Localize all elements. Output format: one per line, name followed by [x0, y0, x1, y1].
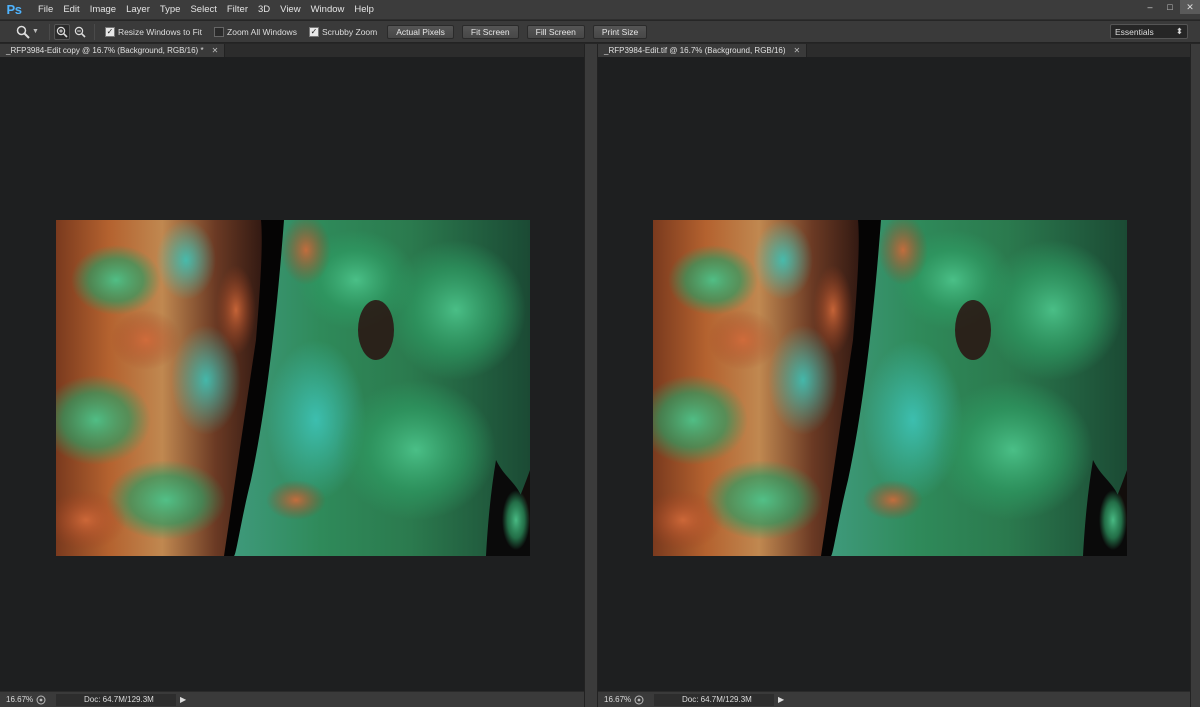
window-controls: – □ ✕	[1140, 0, 1200, 14]
zoom-out-icon	[74, 26, 86, 38]
menu-bar: Ps File Edit Image Layer Type Select Fil…	[0, 0, 1200, 20]
scrubby-zoom-checkbox[interactable]: ✓	[308, 26, 319, 37]
tab-bar: _RFP3984-Edit copy @ 16.7% (Background, …	[0, 44, 584, 57]
menu-select[interactable]: Select	[185, 4, 221, 15]
photoshop-window: Ps File Edit Image Layer Type Select Fil…	[0, 0, 1200, 707]
document-tab-left[interactable]: _RFP3984-Edit copy @ 16.7% (Background, …	[0, 44, 226, 57]
ps-logo: Ps	[6, 2, 22, 17]
menu-view[interactable]: View	[275, 4, 305, 15]
restore-button[interactable]: □	[1160, 0, 1180, 14]
scrubby-zoom-label: Scrubby Zoom	[321, 26, 378, 37]
resize-windows-option[interactable]: ✓ Resize Windows to Fit	[104, 26, 203, 37]
zoom-out-button[interactable]	[72, 24, 88, 40]
divider	[48, 23, 50, 40]
resize-windows-checkbox[interactable]: ✓	[104, 26, 115, 37]
menu-edit[interactable]: Edit	[58, 4, 84, 15]
status-bar: 16.67% Doc: 64.7M/129.3M ▶	[598, 691, 1190, 707]
status-info-icon[interactable]	[36, 695, 46, 705]
menu-type[interactable]: Type	[155, 4, 186, 15]
workspace-select[interactable]: Essentials ⬍	[1110, 24, 1188, 39]
zoom-all-windows-checkbox[interactable]	[214, 26, 225, 37]
status-info-icon[interactable]	[634, 695, 644, 705]
document-image[interactable]	[56, 220, 530, 556]
pane-divider[interactable]	[584, 44, 598, 707]
document-tab-right[interactable]: _RFP3984-Edit.tif @ 16.7% (Background, R…	[598, 44, 808, 57]
zoom-in-button[interactable]	[53, 23, 70, 40]
options-bar: ▼ ✓ Resize Windows to Fit Zoom All Windo…	[0, 21, 1200, 43]
document-right: _RFP3984-Edit.tif @ 16.7% (Background, R…	[598, 44, 1190, 707]
divider	[93, 23, 95, 40]
print-size-button[interactable]: Print Size	[592, 24, 648, 39]
panel-collapse-strip[interactable]	[1190, 44, 1200, 707]
tab-close-icon[interactable]: ✕	[794, 46, 801, 55]
doc-size-info: Doc: 64.7M/129.3M	[654, 693, 774, 706]
doc-size-info: Doc: 64.7M/129.3M	[56, 693, 176, 706]
resize-windows-label: Resize Windows to Fit	[117, 26, 203, 37]
canvas-area[interactable]	[598, 57, 1190, 691]
tab-bar: _RFP3984-Edit.tif @ 16.7% (Background, R…	[598, 44, 1190, 57]
zoom-in-icon	[56, 26, 68, 38]
menu-help[interactable]: Help	[349, 4, 379, 15]
status-menu-arrow-icon[interactable]: ▶	[778, 695, 784, 704]
canvas-area[interactable]	[0, 57, 584, 691]
document-image[interactable]	[653, 220, 1127, 556]
document-left: _RFP3984-Edit copy @ 16.7% (Background, …	[0, 44, 584, 707]
zoom-level[interactable]: 16.67%	[604, 695, 632, 704]
status-menu-arrow-icon[interactable]: ▶	[180, 695, 186, 704]
menu-window[interactable]: Window	[306, 4, 350, 15]
menu-image[interactable]: Image	[85, 4, 121, 15]
menu-layer[interactable]: Layer	[121, 4, 155, 15]
workspace-value: Essentials	[1115, 26, 1154, 37]
scrubby-zoom-option[interactable]: ✓ Scrubby Zoom	[308, 26, 378, 37]
close-button[interactable]: ✕	[1180, 0, 1200, 14]
fit-screen-button[interactable]: Fit Screen	[461, 24, 519, 39]
tab-close-icon[interactable]: ✕	[212, 46, 219, 55]
tab-title: _RFP3984-Edit.tif @ 16.7% (Background, R…	[604, 46, 786, 55]
menu-file[interactable]: File	[33, 4, 58, 15]
status-bar: 16.67% Doc: 64.7M/129.3M ▶	[0, 691, 584, 707]
workspace-chevron-icon: ⬍	[1175, 26, 1183, 36]
minimize-button[interactable]: –	[1140, 0, 1160, 14]
menu-filter[interactable]: Filter	[222, 4, 253, 15]
zoom-all-windows-option[interactable]: Zoom All Windows	[214, 26, 297, 37]
actual-pixels-button[interactable]: Actual Pixels	[387, 24, 454, 39]
zoom-all-windows-label: Zoom All Windows	[227, 26, 297, 37]
tab-title: _RFP3984-Edit copy @ 16.7% (Background, …	[6, 46, 204, 55]
zoom-level[interactable]: 16.67%	[6, 695, 34, 704]
menu-3d[interactable]: 3D	[253, 4, 275, 15]
tool-preset-chevron-down-icon[interactable]: ▼	[32, 28, 39, 35]
fill-screen-button[interactable]: Fill Screen	[526, 24, 585, 39]
